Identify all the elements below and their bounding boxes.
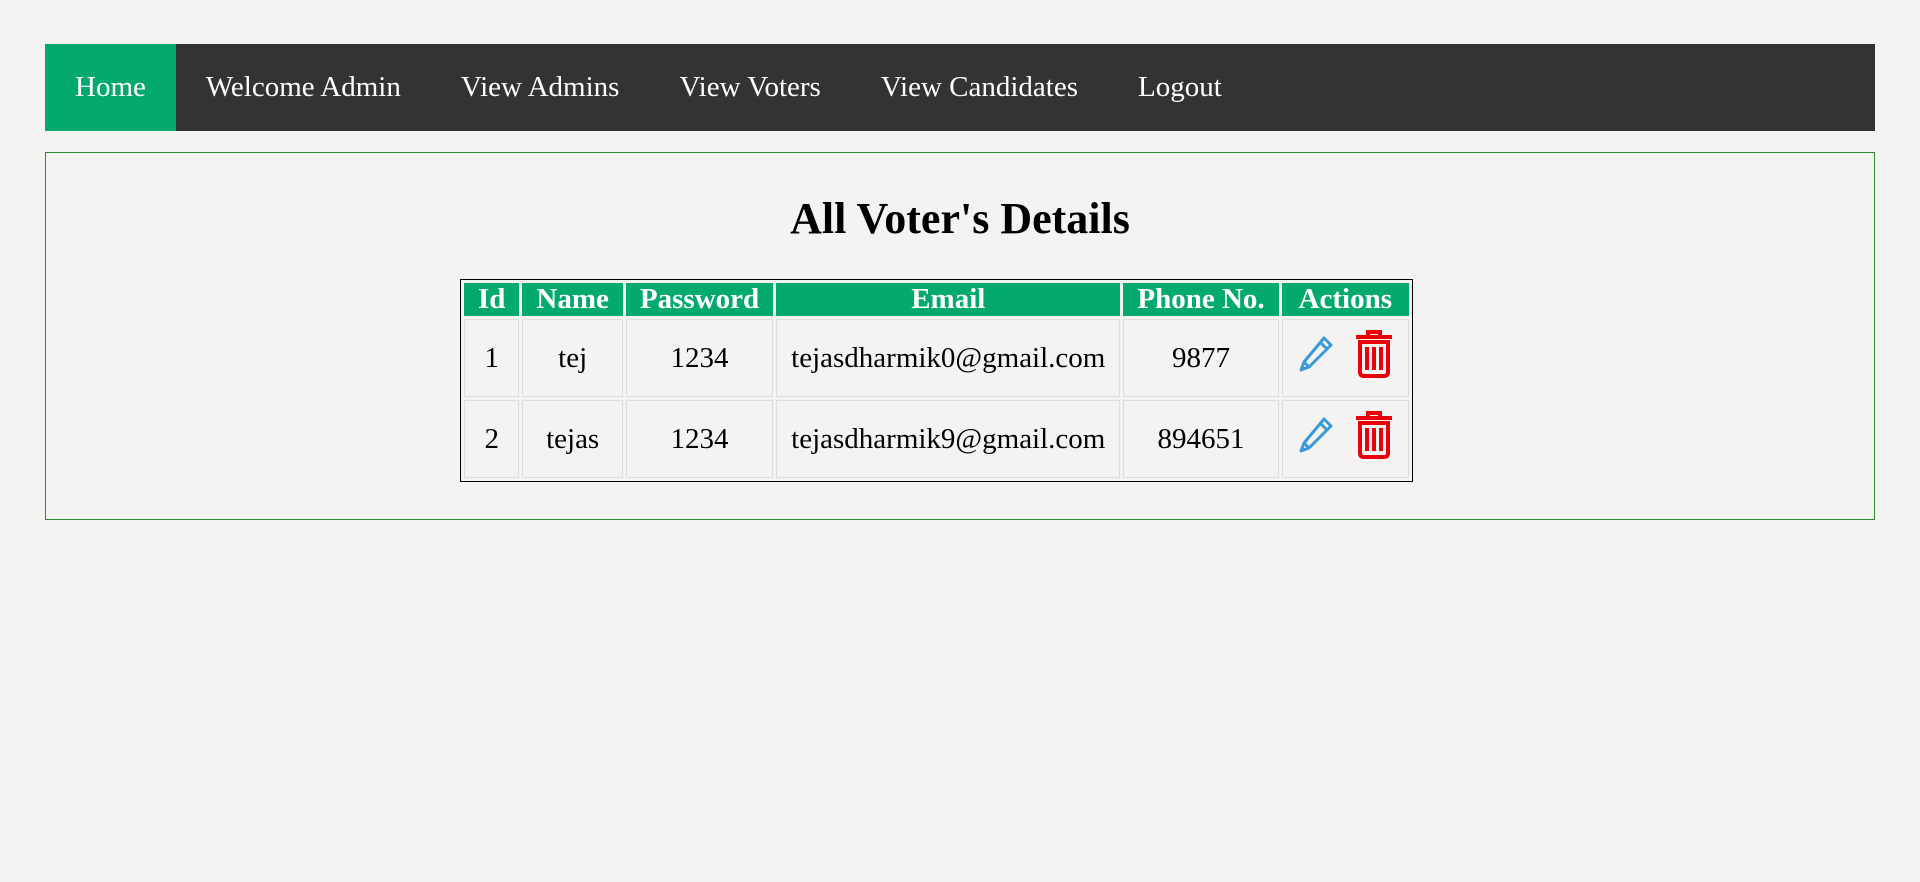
cell-phone: 9877 <box>1123 319 1279 397</box>
cell-phone: 894651 <box>1123 400 1279 478</box>
cell-email: tejasdharmik0@gmail.com <box>776 319 1121 397</box>
nav-logout[interactable]: Logout <box>1108 44 1252 131</box>
nav-view-admins[interactable]: View Admins <box>431 44 650 131</box>
cell-id: 1 <box>464 319 520 397</box>
pencil-icon[interactable] <box>1297 415 1335 463</box>
cell-password: 1234 <box>625 319 774 397</box>
nav-home[interactable]: Home <box>45 44 176 131</box>
voters-panel: All Voter's Details Id Name Password Ema… <box>45 152 1875 520</box>
top-navbar: Home Welcome Admin View Admins View Vote… <box>45 44 1875 131</box>
trash-icon[interactable] <box>1354 411 1394 467</box>
trash-icon[interactable] <box>1354 330 1394 386</box>
column-header-id: Id <box>464 283 520 316</box>
column-header-name: Name <box>522 283 623 316</box>
nav-view-voters[interactable]: View Voters <box>649 44 850 131</box>
cell-name: tej <box>522 319 623 397</box>
cell-password: 1234 <box>625 400 774 478</box>
nav-view-candidates[interactable]: View Candidates <box>851 44 1108 131</box>
table-header-row: Id Name Password Email Phone No. Actions <box>464 283 1409 316</box>
cell-actions <box>1281 400 1409 478</box>
pencil-icon[interactable] <box>1297 334 1335 382</box>
cell-actions <box>1281 319 1409 397</box>
column-header-password: Password <box>625 283 774 316</box>
nav-welcome-admin[interactable]: Welcome Admin <box>176 44 431 131</box>
cell-name: tejas <box>522 400 623 478</box>
column-header-actions: Actions <box>1281 283 1409 316</box>
cell-email: tejasdharmik9@gmail.com <box>776 400 1121 478</box>
cell-id: 2 <box>464 400 520 478</box>
column-header-phone: Phone No. <box>1123 283 1279 316</box>
table-row: 1 tej 1234 tejasdharmik0@gmail.com 9877 <box>464 319 1409 397</box>
table-row: 2 tejas 1234 tejasdharmik9@gmail.com 894… <box>464 400 1409 478</box>
column-header-email: Email <box>776 283 1121 316</box>
page-title: All Voter's Details <box>790 194 1130 243</box>
voters-table: Id Name Password Email Phone No. Actions… <box>460 279 1413 482</box>
